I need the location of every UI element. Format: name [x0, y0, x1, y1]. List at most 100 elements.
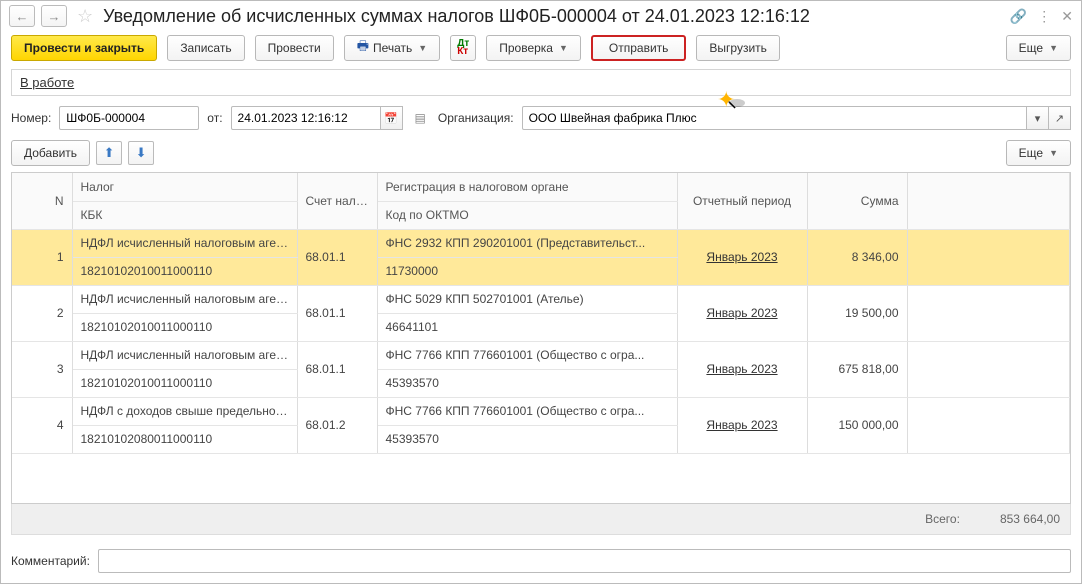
table-row[interactable]: 1НДФЛ исчисленный налоговым агентом68.01…	[12, 229, 1070, 257]
calendar-icon[interactable]: 📅	[381, 106, 403, 130]
more-label: Еще	[1019, 41, 1043, 55]
cell-spacer	[907, 397, 1070, 453]
cell-period[interactable]: Январь 2023	[677, 397, 807, 453]
number-input[interactable]	[59, 106, 199, 130]
caret-down-icon: ▼	[1049, 148, 1058, 158]
post-and-close-button[interactable]: Провести и закрыть	[11, 35, 157, 61]
nav-forward-button[interactable]: →	[41, 5, 67, 27]
print-label: Печать	[373, 41, 412, 55]
cell-n[interactable]: 2	[12, 285, 72, 341]
col-header-period[interactable]: Отчетный период	[677, 173, 807, 229]
cell-oktmo[interactable]: 46641101	[377, 313, 677, 341]
move-up-button[interactable]: ⬆	[96, 141, 122, 165]
cell-period[interactable]: Январь 2023	[677, 341, 807, 397]
send-button[interactable]: Отправить	[591, 35, 687, 61]
cell-registration[interactable]: ФНС 7766 КПП 776601001 (Общество с огра.…	[377, 341, 677, 369]
caret-down-icon: ▼	[559, 43, 568, 53]
cell-account[interactable]: 68.01.1	[297, 229, 377, 285]
cell-n[interactable]: 3	[12, 341, 72, 397]
cell-spacer	[907, 229, 1070, 285]
cell-account[interactable]: 68.01.1	[297, 341, 377, 397]
print-button[interactable]: 🖶 Печать ▼	[344, 35, 441, 61]
cell-sum[interactable]: 675 818,00	[807, 341, 907, 397]
totals-label: Всего:	[925, 512, 960, 526]
date-label: от:	[207, 111, 222, 125]
main-toolbar: Провести и закрыть Записать Провести 🖶 П…	[1, 31, 1081, 69]
form-header-row: Номер: от: 📅 ▤ Организация: ▾ ↗	[1, 104, 1081, 140]
col-header-n[interactable]: N	[12, 173, 72, 229]
export-button[interactable]: Выгрузить	[696, 35, 780, 61]
status-link[interactable]: В работе	[20, 75, 74, 90]
post-button[interactable]: Провести	[255, 35, 334, 61]
page-icon: ▤	[415, 111, 426, 125]
col-header-kbk[interactable]: КБК	[72, 201, 297, 229]
number-label: Номер:	[11, 111, 51, 125]
move-down-button[interactable]: ⬇	[128, 141, 154, 165]
org-open-button[interactable]: ↗	[1049, 106, 1071, 130]
cell-registration[interactable]: ФНС 2932 КПП 290201001 (Представительст.…	[377, 229, 677, 257]
cell-kbk[interactable]: 18210102010011000110	[72, 257, 297, 285]
table-toolbar: Добавить ⬆ ⬇ Еще ▼	[1, 140, 1081, 172]
date-input[interactable]	[231, 106, 381, 130]
cell-period[interactable]: Январь 2023	[677, 285, 807, 341]
more-menu-icon[interactable]: ⋮	[1037, 8, 1051, 25]
totals-bar: Всего: 853 664,00	[11, 504, 1071, 535]
caret-down-icon: ▼	[418, 43, 427, 53]
col-header-registration[interactable]: Регистрация в налоговом органе	[377, 173, 677, 201]
cell-tax[interactable]: НДФЛ с доходов свыше предельной величин.…	[72, 397, 297, 425]
link-icon[interactable]: 🔗	[1010, 8, 1027, 25]
col-header-account[interactable]: Счет налога	[297, 173, 377, 229]
org-dropdown-button[interactable]: ▾	[1027, 106, 1049, 130]
cell-oktmo[interactable]: 45393570	[377, 369, 677, 397]
cell-tax[interactable]: НДФЛ исчисленный налоговым агентом	[72, 285, 297, 313]
table-row[interactable]: 4НДФЛ с доходов свыше предельной величин…	[12, 397, 1070, 425]
col-header-tax[interactable]: Налог	[72, 173, 297, 201]
cell-oktmo[interactable]: 45393570	[377, 425, 677, 453]
cell-account[interactable]: 68.01.1	[297, 285, 377, 341]
favorite-star-icon[interactable]: ☆	[77, 6, 93, 27]
printer-icon: 🖶	[357, 37, 369, 59]
col-header-spacer	[907, 173, 1070, 229]
check-label: Проверка	[499, 41, 553, 55]
add-row-button[interactable]: Добавить	[11, 140, 90, 166]
cell-tax[interactable]: НДФЛ исчисленный налоговым агентом	[72, 341, 297, 369]
more-toolbar-button[interactable]: Еще ▼	[1006, 35, 1071, 61]
cell-spacer	[907, 285, 1070, 341]
cell-kbk[interactable]: 18210102010011000110	[72, 313, 297, 341]
cell-sum[interactable]: 150 000,00	[807, 397, 907, 453]
table-row[interactable]: 2НДФЛ исчисленный налоговым агентом68.01…	[12, 285, 1070, 313]
comment-row: Комментарий:	[1, 545, 1081, 583]
save-button[interactable]: Записать	[167, 35, 244, 61]
cell-period[interactable]: Январь 2023	[677, 229, 807, 285]
cell-n[interactable]: 4	[12, 397, 72, 453]
status-bar: В работе	[11, 69, 1071, 96]
cell-kbk[interactable]: 18210102010011000110	[72, 369, 297, 397]
close-icon[interactable]: ✕	[1061, 8, 1073, 25]
cell-account[interactable]: 68.01.2	[297, 397, 377, 453]
cell-oktmo[interactable]: 11730000	[377, 257, 677, 285]
col-header-sum[interactable]: Сумма	[807, 173, 907, 229]
nav-back-button[interactable]: ←	[9, 5, 35, 27]
window-title: Уведомление об исчисленных суммах налого…	[103, 6, 996, 27]
cell-kbk[interactable]: 18210102080011000110	[72, 425, 297, 453]
cell-sum[interactable]: 19 500,00	[807, 285, 907, 341]
org-label: Организация:	[438, 111, 514, 125]
comment-input[interactable]	[98, 549, 1071, 573]
check-button[interactable]: Проверка ▼	[486, 35, 581, 61]
cell-tax[interactable]: НДФЛ исчисленный налоговым агентом	[72, 229, 297, 257]
data-table: N Налог Счет налога Регистрация в налого…	[11, 172, 1071, 504]
cell-n[interactable]: 1	[12, 229, 72, 285]
org-input[interactable]	[522, 106, 1027, 130]
col-header-oktmo[interactable]: Код по ОКТМО	[377, 201, 677, 229]
cell-registration[interactable]: ФНС 7766 КПП 776601001 (Общество с огра.…	[377, 397, 677, 425]
table-row[interactable]: 3НДФЛ исчисленный налоговым агентом68.01…	[12, 341, 1070, 369]
dtkt-button[interactable]: ДтКт	[450, 35, 476, 61]
titlebar: ← → ☆ Уведомление об исчисленных суммах …	[1, 1, 1081, 31]
caret-down-icon: ▼	[1049, 43, 1058, 53]
more-label-2: Еще	[1019, 146, 1043, 160]
cell-spacer	[907, 341, 1070, 397]
cell-sum[interactable]: 8 346,00	[807, 229, 907, 285]
cell-registration[interactable]: ФНС 5029 КПП 502701001 (Ателье)	[377, 285, 677, 313]
comment-label: Комментарий:	[11, 554, 90, 568]
more-table-button[interactable]: Еще ▼	[1006, 140, 1071, 166]
